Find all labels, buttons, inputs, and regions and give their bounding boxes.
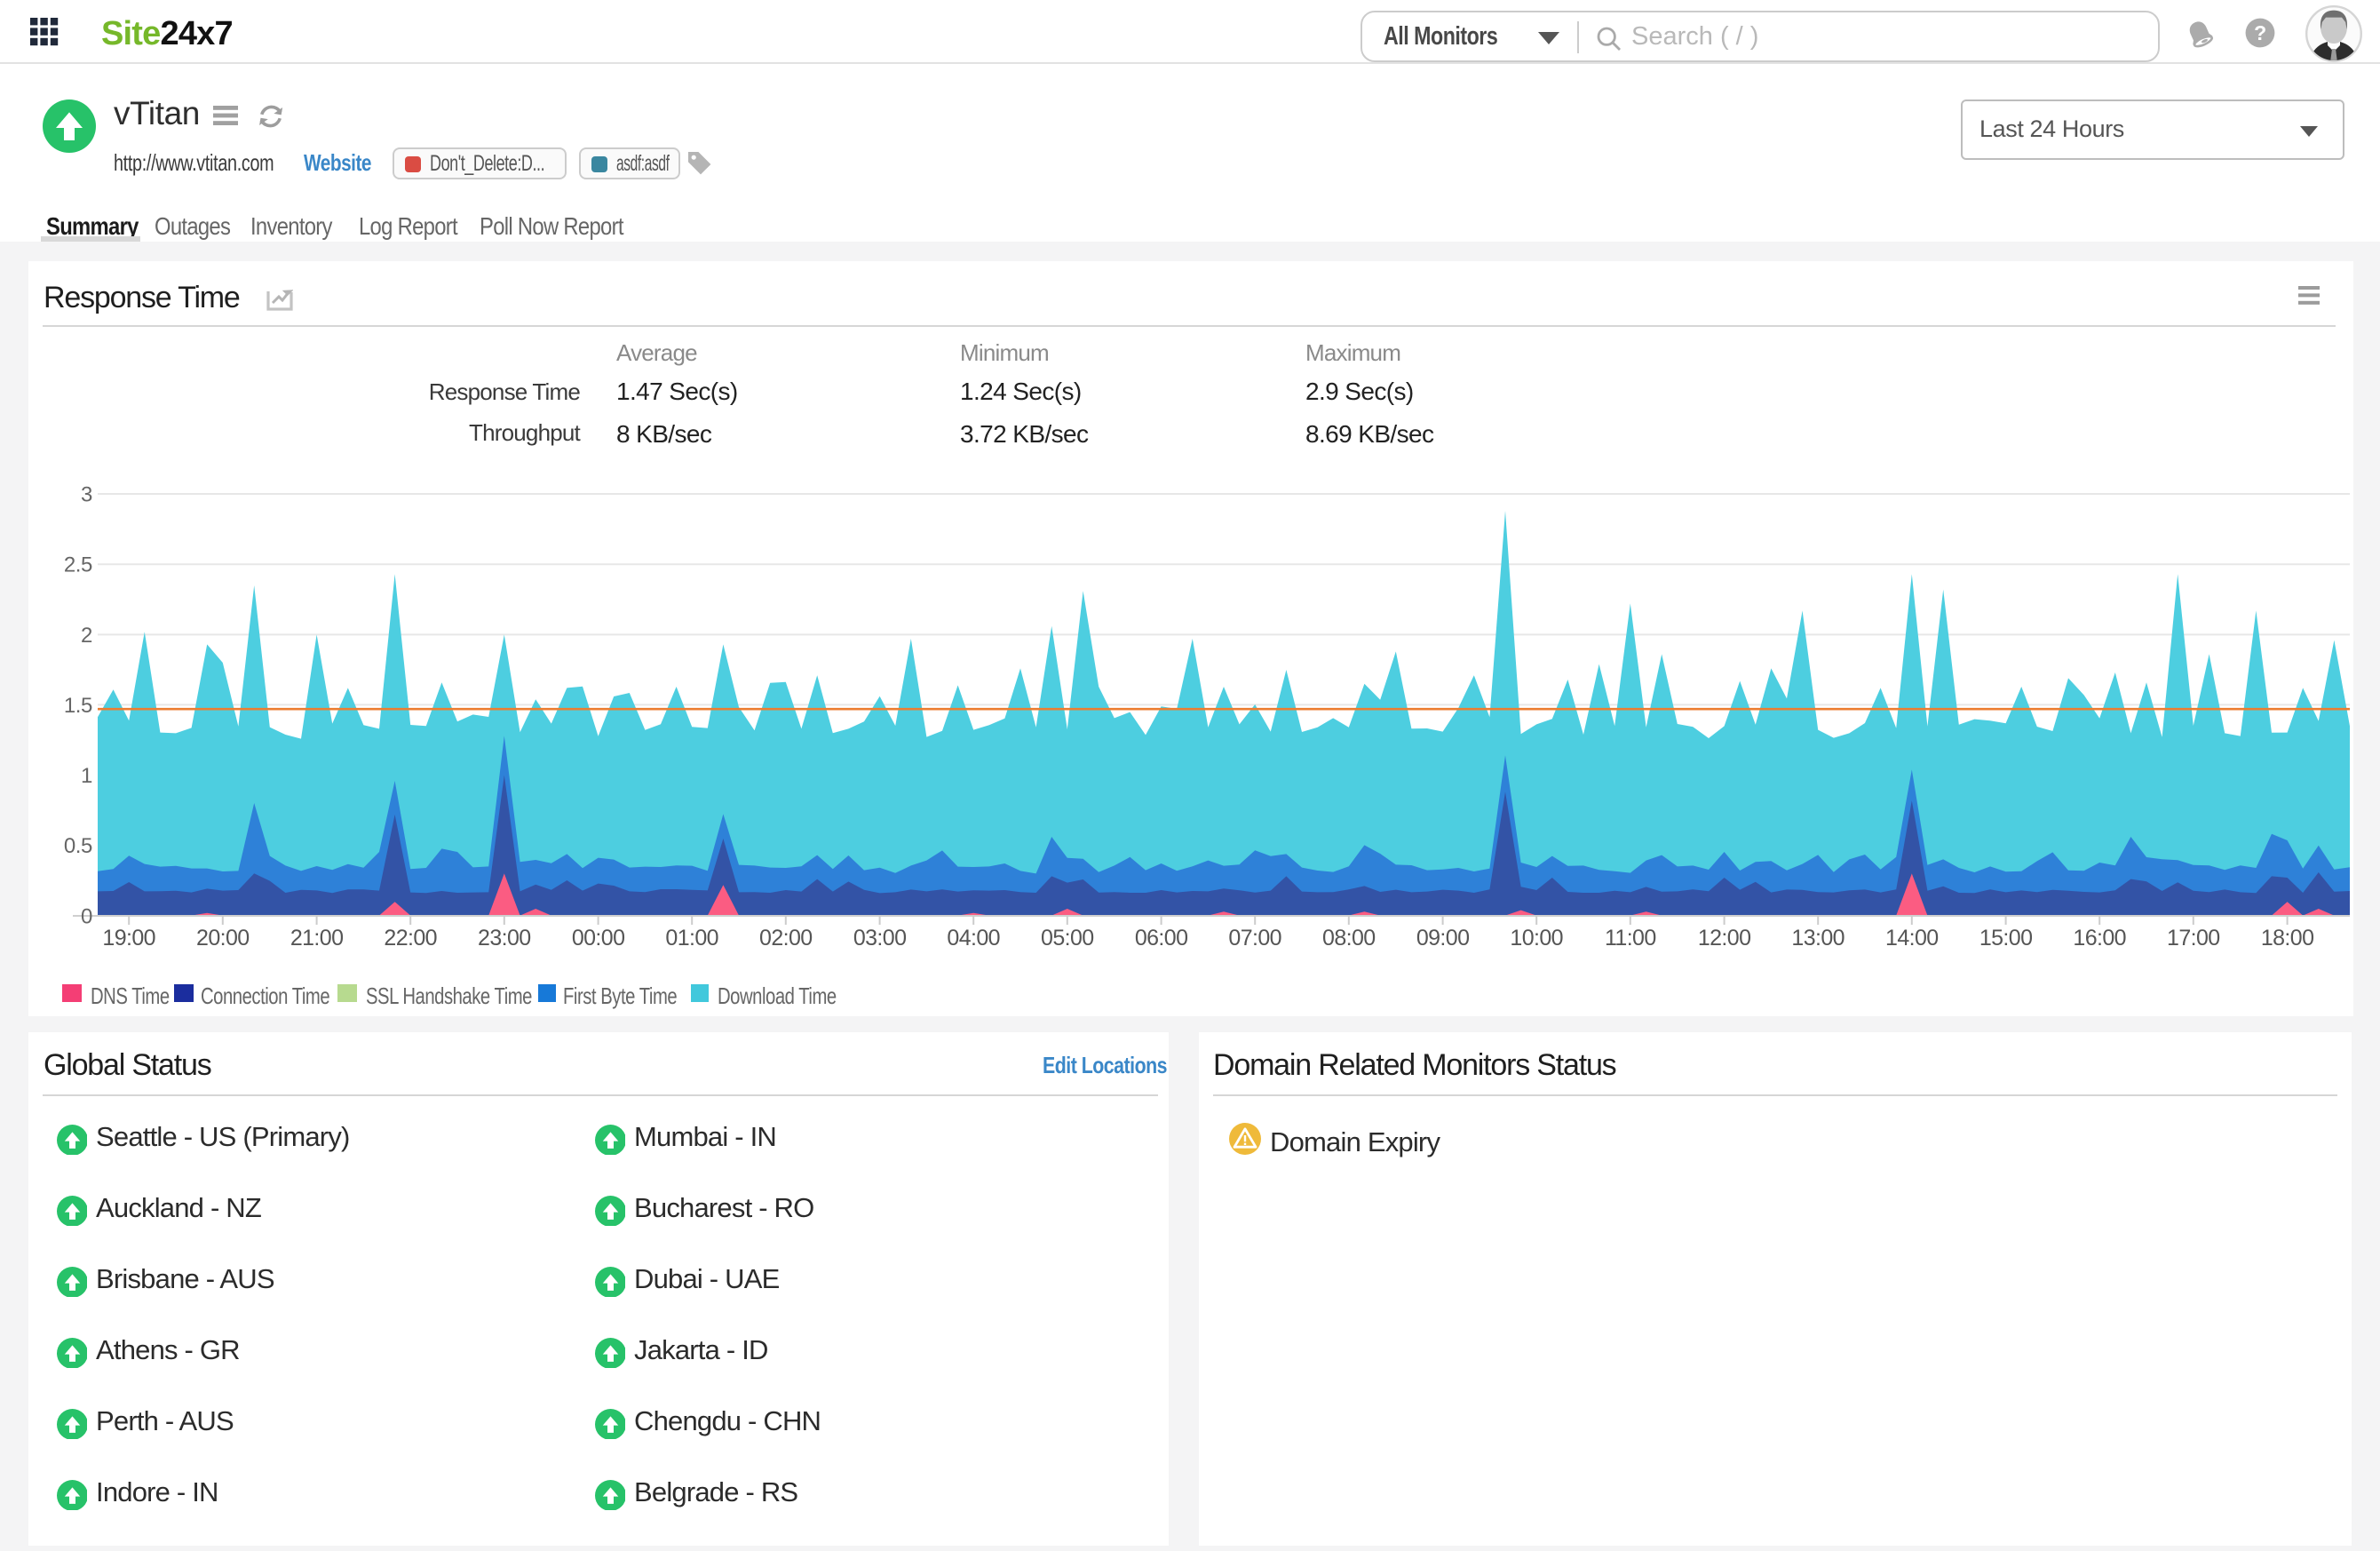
- svg-text:16:00: 16:00: [2073, 926, 2126, 950]
- svg-text:0.5: 0.5: [64, 834, 92, 858]
- svg-text:00:00: 00:00: [572, 926, 625, 950]
- svg-text:1: 1: [81, 764, 92, 788]
- svg-text:07:00: 07:00: [1228, 926, 1281, 950]
- svg-text:03:00: 03:00: [853, 926, 907, 950]
- svg-text:20:00: 20:00: [196, 926, 250, 950]
- svg-text:04:00: 04:00: [947, 926, 1000, 950]
- svg-text:05:00: 05:00: [1041, 926, 1094, 950]
- svg-text:3: 3: [81, 482, 92, 506]
- svg-text:13:00: 13:00: [1791, 926, 1844, 950]
- svg-text:09:00: 09:00: [1416, 926, 1470, 950]
- svg-text:18:00: 18:00: [2261, 926, 2314, 950]
- svg-text:11:00: 11:00: [1605, 926, 1656, 950]
- svg-text:?: ?: [2254, 21, 2266, 44]
- svg-text:21:00: 21:00: [290, 926, 344, 950]
- svg-text:15:00: 15:00: [1979, 926, 2033, 950]
- svg-text:02:00: 02:00: [759, 926, 813, 950]
- svg-text:12:00: 12:00: [1698, 926, 1751, 950]
- svg-text:14:00: 14:00: [1885, 926, 1939, 950]
- svg-text:22:00: 22:00: [384, 926, 437, 950]
- svg-text:2: 2: [81, 624, 92, 648]
- svg-text:1.5: 1.5: [64, 694, 92, 718]
- svg-text:10:00: 10:00: [1510, 926, 1563, 950]
- svg-text:06:00: 06:00: [1135, 926, 1188, 950]
- svg-text:23:00: 23:00: [478, 926, 531, 950]
- svg-text:0: 0: [81, 904, 92, 928]
- svg-text:01:00: 01:00: [665, 926, 718, 950]
- svg-text:17:00: 17:00: [2167, 926, 2220, 950]
- svg-text:19:00: 19:00: [102, 926, 155, 950]
- svg-text:08:00: 08:00: [1322, 926, 1376, 950]
- svg-text:2.5: 2.5: [64, 553, 92, 577]
